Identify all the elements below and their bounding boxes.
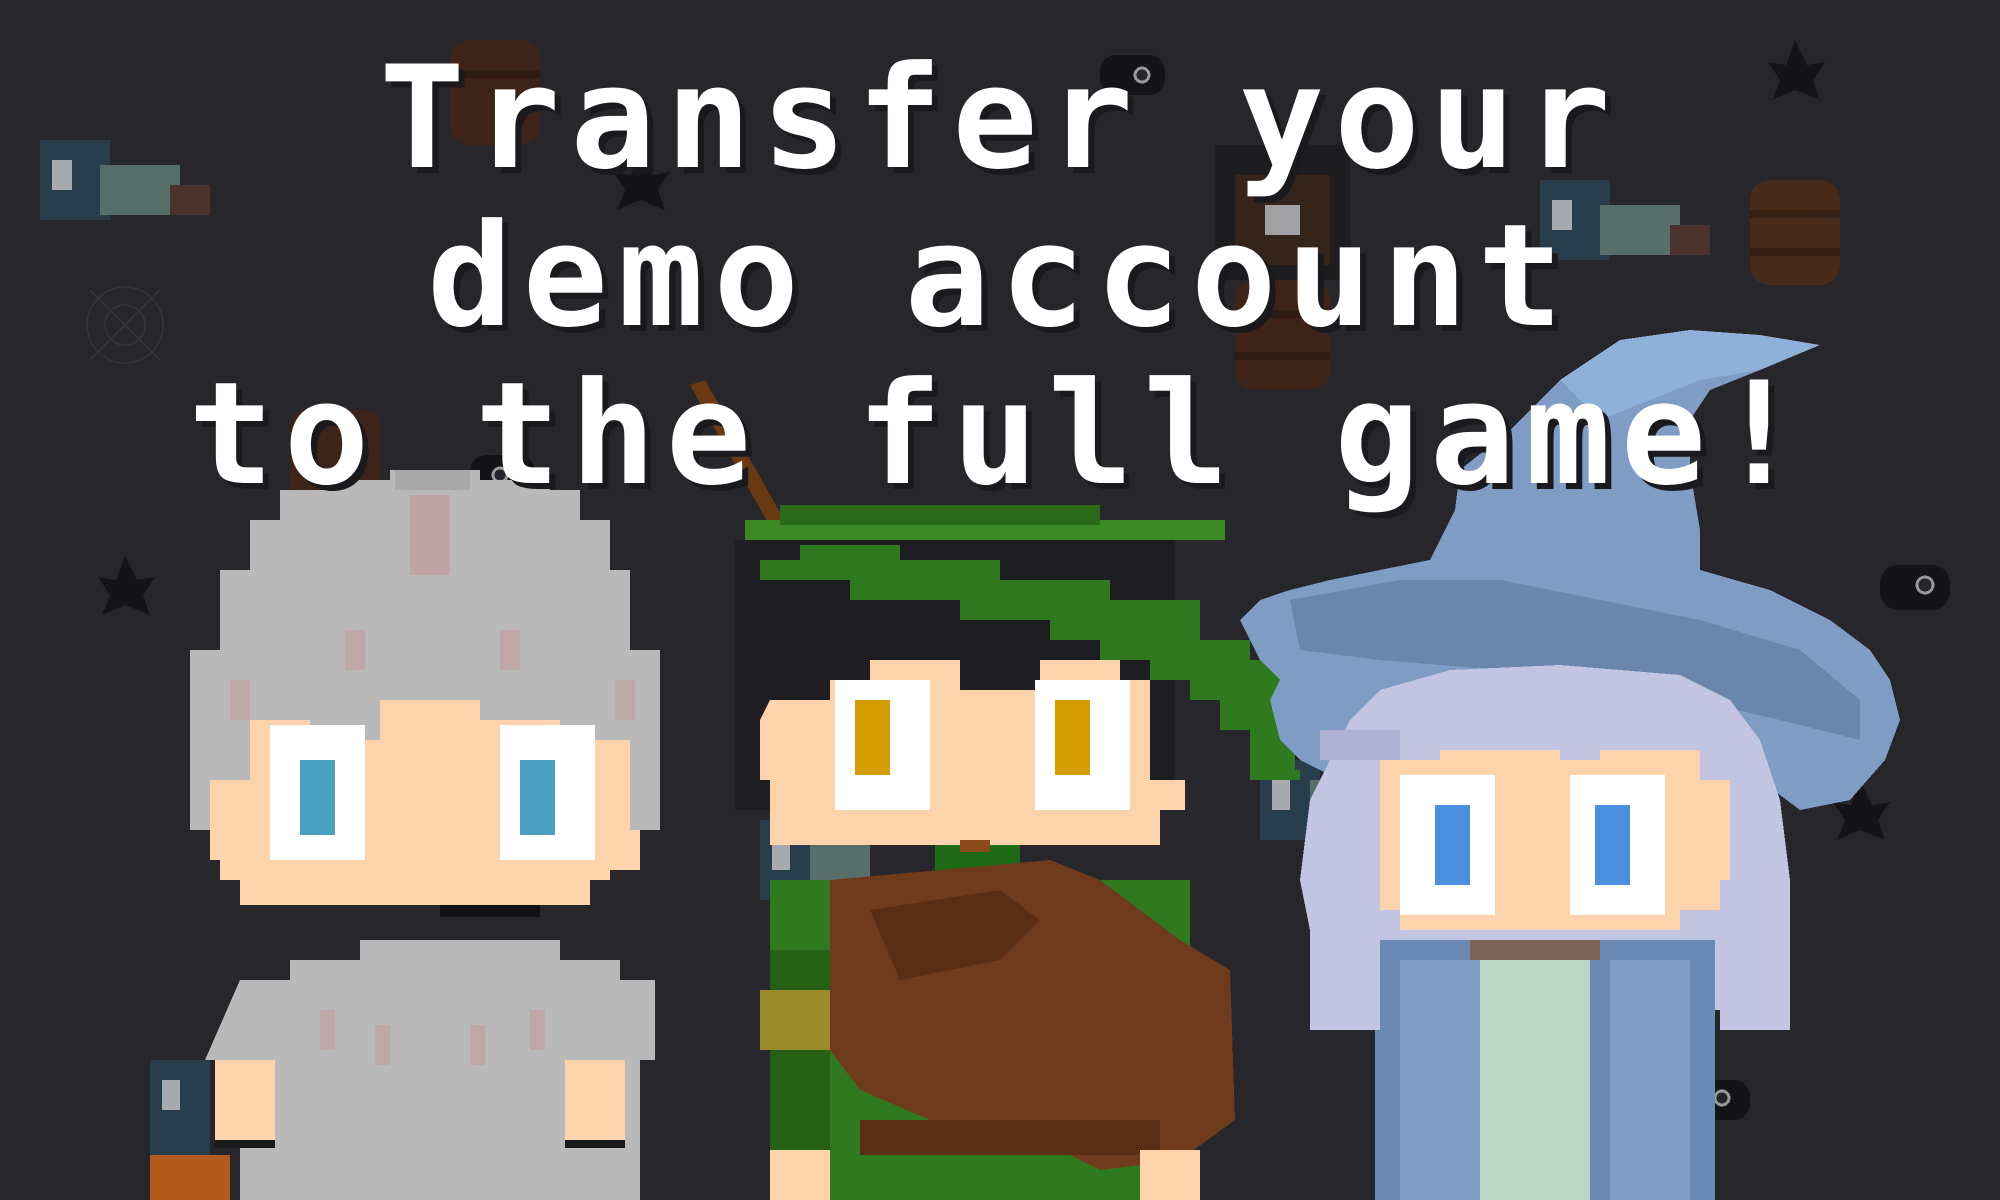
knight-character-icon <box>150 470 660 1200</box>
headline-line-2: demo account <box>427 194 1573 359</box>
bat-sprite-icon <box>1880 565 1950 610</box>
headline: Transfer your demo account to the full g… <box>0 40 2000 514</box>
headline-line-1: Transfer your <box>379 36 1621 201</box>
zombie-sprite-icon <box>150 1060 210 1160</box>
headline-line-3: to the full game! <box>188 352 1812 517</box>
